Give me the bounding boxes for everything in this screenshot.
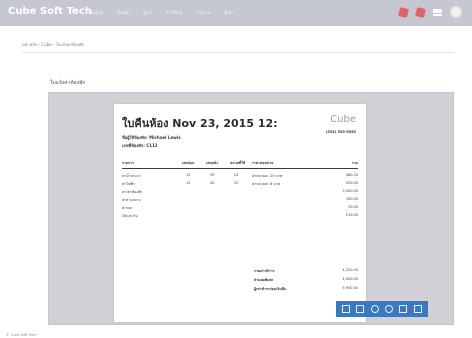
cell-prev: 15 [186,173,191,177]
table-row: ค่าน้ำประปา 15 39 24 คาหน่วยละ 20 บาท 48… [122,172,358,180]
brand-logo[interactable]: Cube Soft Tech [8,6,92,17]
summary-value: 4,000.00 [342,277,358,281]
zoom-in-icon[interactable] [370,305,379,313]
summary-value: 5,940.00 [342,286,358,290]
col-item: รายการ [122,161,134,165]
col-curr: เลขหลัง [206,161,218,165]
top-navbar: Cube Soft Tech หน้าหลัก ห้องพัก ผู้เช่า … [0,0,472,26]
invoice-document: ใบคืนห้อง Nov 23, 2015 12: Cube (555) 55… [114,104,366,322]
notification-icon[interactable] [397,6,410,18]
cell-unit-price: คาหน่วยละ 8 บาท [252,182,280,186]
cell-total: 3,000.00 [342,189,358,193]
table-row: ค่าไฟฟ้า 15 40 25 คาหน่วยละ 8 บาท 200.00 [122,180,358,188]
cell-item: เงินประกัน [122,214,138,218]
nav-link-tenants[interactable]: ผู้เช่า [143,9,152,16]
cell-curr: 39 [210,173,215,177]
menu-icon[interactable] [433,8,442,16]
cell-total: 210.00 [345,213,358,217]
nav-links: หน้าหลัก ห้องพัก ผู้เช่า ค่าใช้จ่าย รายง… [88,9,234,16]
nav-link-reports[interactable]: รายงาน [196,9,210,16]
summary-row: รวมค่าบริการ 4,220.00 [254,268,358,277]
table-row: ค่าเช่าห้องพัก 3,000.00 [122,188,358,196]
cell-unit-price: คาหน่วยละ 20 บาท [252,174,283,178]
summary-row: ผู้เช่าชำระก่อนเงินคืน 5,940.00 [254,286,358,295]
summary-value: 4,220.00 [342,268,358,272]
cell-total: 300.00 [345,197,358,201]
nav-link-settings[interactable]: ตั้งค่า [224,9,233,16]
frame-icon[interactable] [356,305,365,313]
invoice-title: ใบคืนห้อง Nov 23, 2015 12: [122,117,278,130]
table-row: ค่าส่วนกลาง 300.00 [122,196,358,204]
table-row: เงินประกัน 210.00 [122,212,358,220]
summary-label: รวมค่าบริการ [254,269,275,273]
pdf-toolbar [336,301,428,317]
footer-text: © Cube Soft Tech [6,333,37,337]
alert-icon[interactable] [414,6,427,18]
cell-total: 200.00 [345,181,358,185]
invoice-tenant: ชื่อผู้ใช้ห้องพัก: Michael Lewis [122,135,181,140]
nav-link-rooms[interactable]: ห้องพัก [117,9,129,16]
summary-row: ส่วนลดพิเศษ 4,000.00 [254,277,358,286]
invoice-phone: (555) 555-5555 [325,130,356,134]
cell-total: 480.00 [345,173,358,177]
col-units: หน่วยที่ใช้ [230,161,246,165]
page-icon[interactable] [342,305,351,313]
invoice-brand: Cube [330,114,356,125]
col-total: รวม [351,161,358,165]
nav-link-home[interactable]: หน้าหลัก [88,9,103,16]
cell-units: 24 [234,173,239,177]
breadcrumb: หน้าหลัก › Cube › ใบแจ้งค่าห้องพัก [22,42,85,47]
cell-item: ค่าขยะ [122,206,133,210]
summary-label: ส่วนลดพิเศษ [254,278,273,282]
cell-total: 30.00 [347,205,358,209]
table-row: ค่าขยะ 30.00 [122,204,358,212]
cell-units: 25 [234,181,239,185]
cell-item: ค่าเช่าห้องพัก [122,190,143,194]
download-icon[interactable] [399,305,408,313]
col-unit-price: ราคาต่อหน่วย [252,161,274,165]
nav-link-expenses[interactable]: ค่าใช้จ่าย [166,9,183,16]
header-icons [397,6,462,18]
cell-item: ค่าส่วนกลาง [122,198,141,202]
zoom-out-icon[interactable] [385,305,394,313]
cell-item: ค่าไฟฟ้า [122,182,135,186]
page-title: ใบแจ้งค่าห้องพัก [50,80,86,86]
cell-prev: 15 [186,181,191,185]
avatar[interactable] [450,6,462,18]
col-prev: เลขก่อน [182,161,195,165]
print-icon[interactable] [413,305,422,313]
divider [22,52,454,53]
cell-item: ค่าน้ำประปา [122,174,141,178]
invoice-room-number: เลขที่ห้องพัก: C112 [122,143,158,148]
table-header: รายการ เลขก่อน เลขหลัง หน่วยที่ใช้ ราคาต… [122,158,358,169]
cell-curr: 40 [210,181,215,185]
summary-label: ผู้เช่าชำระก่อนเงินคืน [254,287,287,291]
